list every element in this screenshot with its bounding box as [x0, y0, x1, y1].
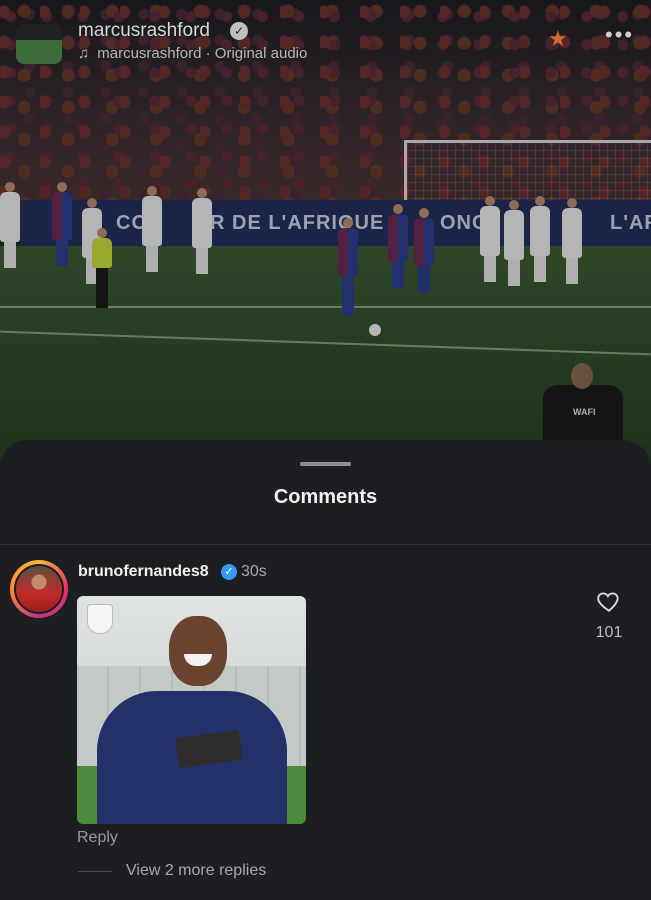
comments-sheet: Comments brunofernandes8 ✓ 30s Reply Vie…: [0, 440, 651, 900]
star-icon[interactable]: ★: [548, 26, 568, 52]
reel-username[interactable]: marcusrashford: [78, 20, 210, 42]
avatar[interactable]: [16, 24, 62, 64]
music-note-icon: ♫: [78, 45, 90, 62]
reply-button[interactable]: Reply: [77, 829, 118, 847]
comment-gif[interactable]: [77, 596, 306, 824]
commenter-username[interactable]: brunofernandes8: [78, 563, 209, 581]
like-count: 101: [595, 624, 623, 641]
verified-icon: ✓: [230, 22, 248, 40]
audio-owner: marcusrashford: [97, 45, 202, 62]
drag-handle[interactable]: [300, 462, 351, 466]
separator: ·: [205, 45, 211, 62]
audio-title: Original audio: [214, 45, 308, 62]
divider: [0, 544, 651, 545]
heart-icon[interactable]: [596, 588, 622, 614]
replies-line: [78, 871, 112, 872]
sheet-title: Comments: [273, 486, 378, 508]
verified-icon: ✓: [221, 564, 237, 580]
audio-label[interactable]: ♫ marcusrashford · Original audio: [78, 45, 307, 62]
reel-header: marcusrashford ✓ ♫ marcusrashford · Origi…: [0, 0, 651, 80]
crest-icon: [87, 604, 113, 634]
view-more-replies[interactable]: View 2 more replies: [126, 862, 266, 880]
more-icon[interactable]: •••: [605, 22, 634, 48]
commenter-avatar[interactable]: [10, 560, 68, 618]
comment-time: 30s: [241, 563, 267, 580]
